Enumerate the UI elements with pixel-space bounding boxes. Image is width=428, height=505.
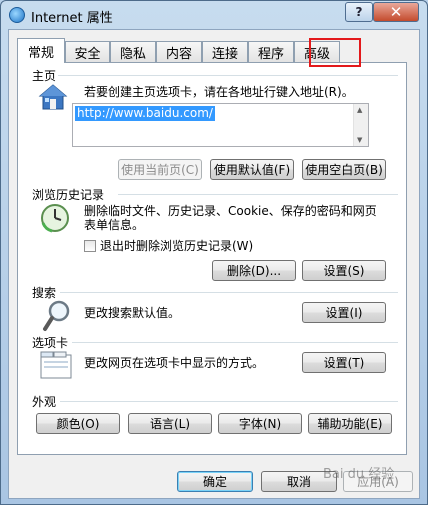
use-current-button: 使用当前页(C): [118, 159, 202, 180]
home-page-url-text: http://www.baidu.com/: [75, 106, 215, 121]
home-icon: [38, 84, 68, 110]
delete-on-exit-label[interactable]: 退出时删除浏览历史记录(W): [100, 239, 253, 253]
use-blank-button[interactable]: 使用空白页(B): [302, 159, 386, 180]
scroll-up-icon[interactable]: ▲: [357, 106, 362, 114]
history-description-line1: 删除临时文件、历史记录、Cookie、保存的密码和网页: [84, 204, 377, 218]
search-magnifier-icon: [43, 300, 70, 331]
tabs-description: 更改网页在选项卡中显示的方式。: [84, 356, 265, 370]
url-field-scrollbar[interactable]: ▲ ▼: [353, 104, 368, 146]
colors-button[interactable]: 颜色(O): [36, 413, 120, 434]
history-section-divider: [118, 194, 398, 195]
delete-history-button[interactable]: 删除(D)...: [212, 260, 296, 281]
search-settings-button[interactable]: 设置(I): [302, 302, 386, 323]
history-clock-icon: [41, 204, 69, 233]
history-section-title: 浏览历史记录: [32, 188, 105, 202]
tab-security[interactable]: 安全: [65, 41, 110, 62]
history-description-line2: 表单信息。: [84, 218, 145, 232]
window-title: Internet 属性: [31, 11, 113, 26]
scroll-down-icon[interactable]: ▼: [357, 136, 362, 144]
home-description: 若要创建主页选项卡，请在各地址行键入地址(R)。: [84, 85, 354, 99]
internet-explorer-icon: [9, 7, 25, 23]
tabs-settings-button[interactable]: 设置(T): [302, 352, 386, 373]
languages-button[interactable]: 语言(L): [128, 413, 212, 434]
fonts-button[interactable]: 字体(N): [218, 413, 302, 434]
tabs-section-divider: [72, 342, 398, 343]
tab-content[interactable]: 内容: [156, 41, 202, 62]
search-section-divider: [60, 292, 398, 293]
internet-options-window: Internet 属性 ? ✕ 常规 安全 隐私 内容 连接 程序 高级 主页 …: [0, 0, 428, 505]
accessibility-button[interactable]: 辅助功能(E): [308, 413, 392, 434]
delete-on-exit-checkbox[interactable]: [84, 240, 96, 252]
home-page-url-field[interactable]: http://www.baidu.com/ ▲ ▼: [72, 103, 369, 147]
tabs-section-title: 选项卡: [32, 336, 69, 350]
appearance-section-divider: [60, 401, 398, 402]
title-bar[interactable]: Internet 属性 ? ✕: [1, 1, 427, 29]
tab-programs[interactable]: 程序: [248, 41, 294, 62]
search-description: 更改搜索默认值。: [84, 306, 181, 320]
help-button[interactable]: ?: [345, 2, 373, 22]
tab-connections[interactable]: 连接: [202, 41, 248, 62]
use-default-button[interactable]: 使用默认值(F): [210, 159, 294, 180]
appearance-section-title: 外观: [32, 395, 57, 409]
history-settings-button[interactable]: 设置(S): [302, 260, 386, 281]
ok-button[interactable]: 确定: [177, 471, 253, 492]
tab-advanced[interactable]: 高级: [294, 41, 340, 62]
tab-general[interactable]: 常规: [17, 38, 65, 63]
dialog-body: 常规 安全 隐私 内容 连接 程序 高级 主页 若要创建主页选项卡，请在各地址行…: [8, 29, 420, 499]
baidu-watermark: Bai du 经验: [323, 467, 395, 482]
home-section-divider: [58, 75, 398, 76]
tabs-icon: [40, 351, 72, 379]
home-section-title: 主页: [32, 69, 57, 83]
close-button[interactable]: ✕: [373, 2, 419, 22]
tab-privacy[interactable]: 隐私: [110, 41, 156, 62]
general-tab-panel: 主页 若要创建主页选项卡，请在各地址行键入地址(R)。 http://www.b…: [17, 62, 407, 455]
